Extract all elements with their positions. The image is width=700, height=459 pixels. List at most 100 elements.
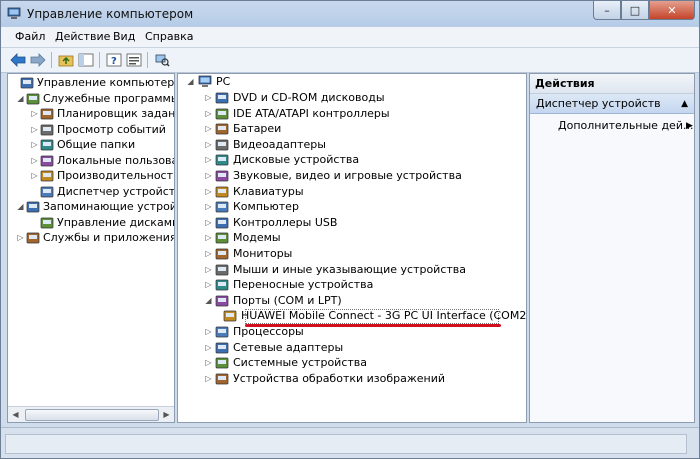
device-label: Сетевые адаптеры [233,340,344,354]
expand-icon[interactable]: ▷ [204,371,213,387]
collapse-icon[interactable]: ◢ [16,91,25,107]
expand-icon[interactable]: ▷ [204,215,213,231]
monitor-icon [215,248,229,260]
tree-item-label: Управление дисками [57,215,175,229]
properties-button[interactable] [125,51,143,68]
usb-controller-icon [215,217,229,229]
title-bar: Управление компьютером – □ ✕ [1,1,699,27]
expand-icon[interactable]: ▷ [204,106,213,122]
scroll-right-icon[interactable]: ▶ [159,407,174,422]
port-device-icon [223,311,237,322]
expand-icon[interactable]: ▷ [204,230,213,246]
scroll-left-icon[interactable]: ◀ [8,407,23,422]
scrollbar-thumb[interactable] [25,409,159,421]
performance-icon [40,170,54,182]
expand-icon[interactable]: ▷ [16,230,25,246]
scan-hardware-button[interactable] [153,51,171,68]
device-label: Модемы [233,231,281,245]
expand-icon[interactable]: ▷ [204,168,213,184]
actions-pane: Действия Диспетчер устройств ▲ Дополните… [529,73,695,423]
expand-icon[interactable]: ▷ [204,262,213,278]
expand-icon[interactable]: ▷ [30,168,39,184]
device-manager-icon [40,186,54,197]
computer-icon [198,75,212,87]
processor-icon [215,326,229,338]
device-label: Мыши и иные указывающие устройства [233,262,467,276]
menu-file[interactable]: Файл [15,30,45,43]
expand-icon[interactable]: ▷ [204,90,213,106]
back-button[interactable] [9,51,27,68]
services-icon [26,232,40,244]
toolbar: ? [1,48,699,73]
device-label: Клавиатуры [233,184,304,198]
collapse-icon[interactable]: ◢ [16,199,25,215]
expand-icon[interactable]: ▷ [30,122,39,138]
toolbar-separator [51,52,52,68]
actions-device-manager[interactable]: Диспетчер устройств ▲ [530,94,694,114]
collapse-icon[interactable]: ◢ [204,293,213,309]
status-bar [1,427,699,458]
help-button[interactable]: ? [105,51,123,68]
computer-management-icon [7,7,21,19]
device-label: Контроллеры USB [233,215,338,229]
more-actions-link[interactable]: Дополнительные дей... ▶ [558,118,693,134]
expand-icon[interactable]: ▷ [204,137,213,153]
expand-icon[interactable]: ▷ [30,106,39,122]
collapse-icon[interactable]: ◢ [186,74,195,90]
minimize-button[interactable]: – [593,1,621,20]
device-label: Порты (COM и LPT) [233,293,342,307]
expand-icon[interactable]: ▷ [204,355,213,371]
system-device-icon [215,357,229,369]
shared-folders-icon [40,139,54,151]
highlight-underline [245,324,501,327]
expand-icon[interactable]: ▷ [30,153,39,169]
expand-icon[interactable]: ▷ [204,277,213,293]
folder-up-icon [58,55,74,66]
show-hide-tree-button[interactable] [77,51,95,68]
expand-icon[interactable]: ▷ [204,184,213,200]
forward-button[interactable] [29,51,47,68]
device-label: Видеоадаптеры [233,137,326,151]
collapse-up-icon[interactable]: ▲ [681,94,688,114]
imaging-device-icon [215,373,229,385]
expand-icon[interactable]: ▷ [204,246,213,262]
device-label: Звуковые, видео и игровые устройства [233,169,462,182]
task-scheduler-icon [40,108,54,120]
menu-help[interactable]: Справка [145,30,193,43]
horizontal-scrollbar[interactable]: ◀ ▶ [8,406,174,422]
tree-item-label: Запоминающие устройств [43,200,174,213]
network-adapter-icon [215,342,229,353]
menu-view[interactable]: Вид [113,30,135,43]
expand-icon[interactable]: ▷ [204,121,213,137]
app-window: Управление компьютером – □ ✕ Файл Действ… [0,0,700,459]
device-tree-root-label: PC [216,75,231,88]
ide-controller-icon [215,108,229,119]
expand-icon[interactable]: ▷ [204,340,213,356]
battery-icon [215,123,229,135]
help-icon: ? [106,53,122,67]
expand-icon[interactable]: ▷ [30,137,39,153]
console-tree-pane: Управление компьютером (л ◢ Служебные прог… [7,73,175,423]
expand-icon[interactable]: ▷ [204,152,213,168]
close-button[interactable]: ✕ [649,1,695,20]
window-title: Управление компьютером [27,7,194,21]
expand-icon[interactable]: ▷ [204,199,213,215]
device-tree-pane: ◢ PC ▷ DVD и CD-ROM дисководы ▷ IDE ATA/ATA… [177,73,527,423]
expand-icon[interactable]: ▷ [204,324,213,340]
status-field [5,434,687,454]
up-folder-button[interactable] [57,51,75,68]
display-adapter-icon [215,139,229,151]
mouse-icon [215,264,229,275]
toolbar-separator [147,52,148,68]
device-label: Батареи [233,122,282,136]
forward-arrow-icon [30,52,46,67]
toolbar-separator [99,52,100,68]
tree-item-label: Планировщик заданий [57,107,175,120]
maximize-button[interactable]: □ [621,1,649,20]
more-actions-label: Дополнительные дей... [558,119,694,132]
menu-action[interactable]: Действие [55,30,110,43]
actions-device-manager-label: Диспетчер устройств [536,97,661,110]
